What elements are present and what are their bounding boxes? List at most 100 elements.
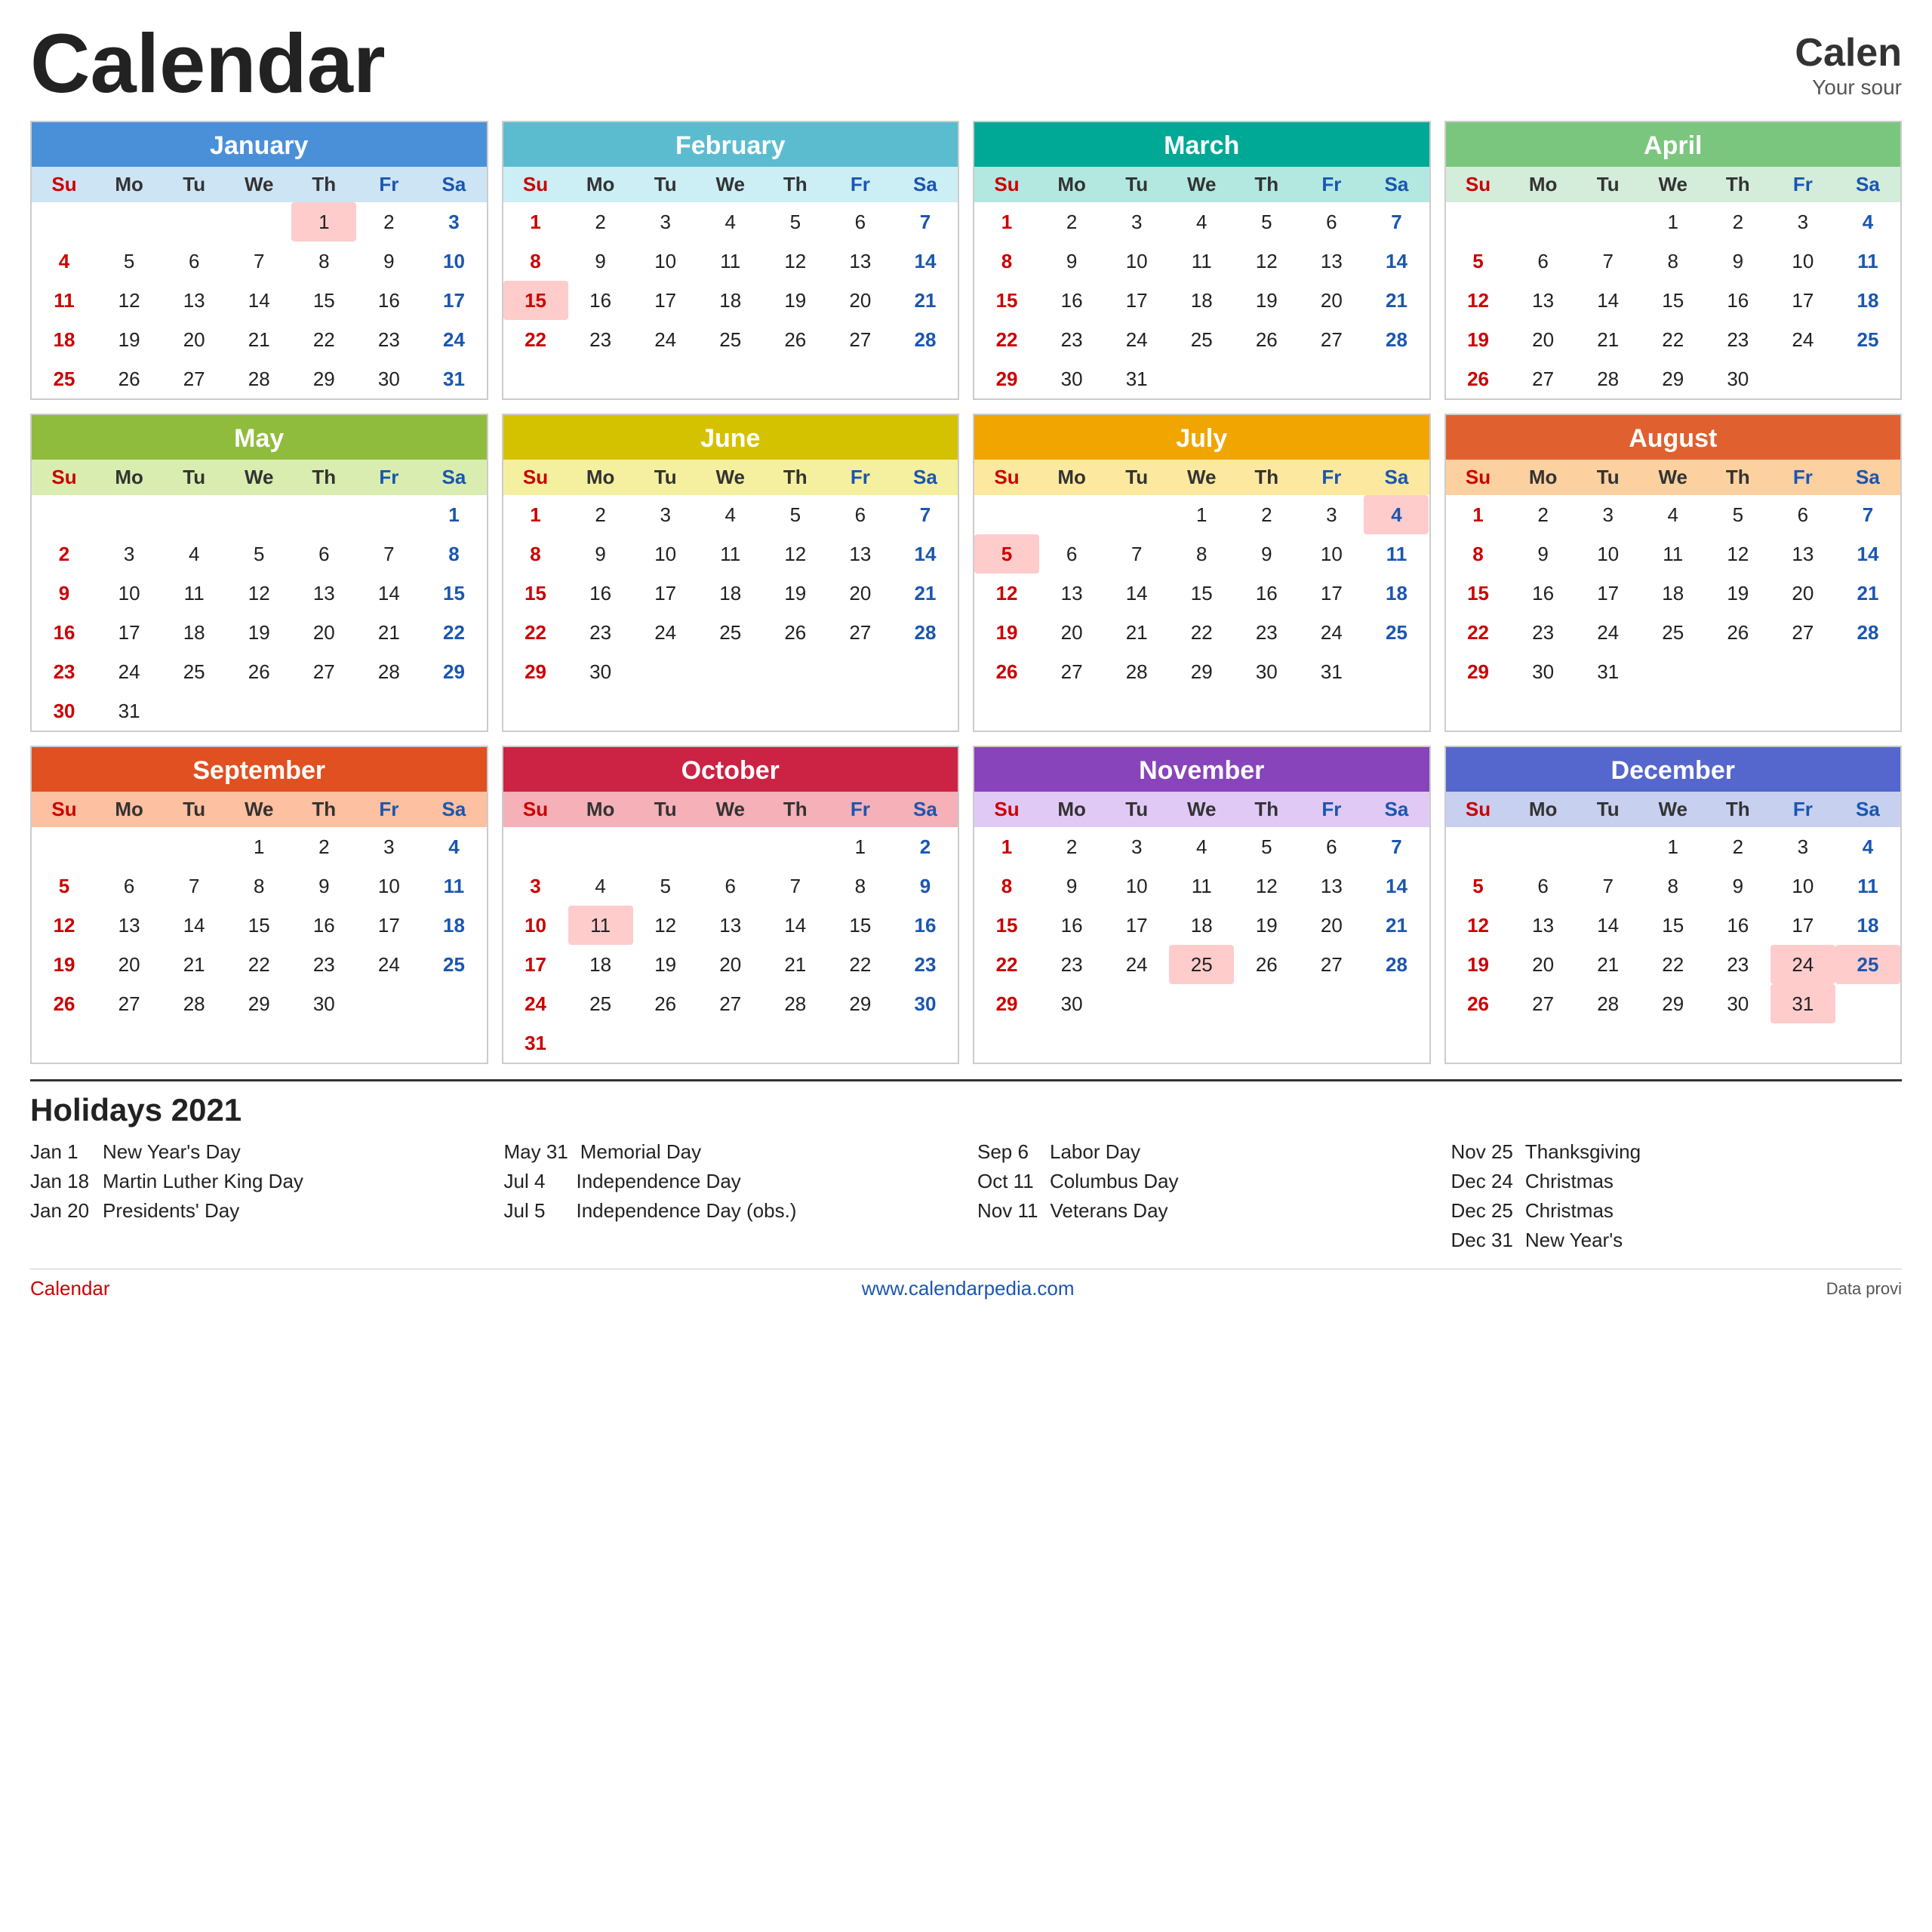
day-cell: 13 <box>1511 906 1576 945</box>
empty-cell <box>1104 495 1169 534</box>
day-cell: 17 <box>1770 906 1835 945</box>
day-cell: 19 <box>226 613 291 652</box>
day-cell: 5 <box>1446 866 1511 906</box>
month-header-august: August <box>1446 415 1901 460</box>
day-cell: 3 <box>1770 202 1835 242</box>
day-header-th: Th <box>1234 460 1299 495</box>
day-cell: 12 <box>1706 534 1770 574</box>
day-cell: 20 <box>1299 906 1364 945</box>
day-header-we: We <box>698 167 763 202</box>
day-cell: 9 <box>32 574 97 613</box>
day-cell: 16 <box>356 281 421 320</box>
day-cell: 28 <box>1364 320 1429 359</box>
day-cell: 22 <box>503 613 568 652</box>
month-box-may: MaySuMoTuWeThFrSa12345678910111213141516… <box>30 414 488 732</box>
day-cell: 6 <box>1770 495 1835 534</box>
day-cell: 10 <box>503 906 568 945</box>
empty-cell <box>97 495 162 534</box>
day-cell: 4 <box>1835 827 1900 866</box>
day-cell: 23 <box>568 613 633 652</box>
day-cell: 10 <box>356 866 421 906</box>
day-cell: 4 <box>568 866 633 906</box>
day-cell: 7 <box>356 534 421 574</box>
empty-cell <box>32 202 97 242</box>
day-header-su: Su <box>974 460 1039 495</box>
day-cell: 5 <box>974 534 1039 574</box>
day-cell: 8 <box>421 534 486 574</box>
month-header-november: November <box>974 747 1429 792</box>
day-cell: 29 <box>974 984 1039 1023</box>
day-header-tu: Tu <box>162 167 226 202</box>
day-header-th: Th <box>763 167 828 202</box>
day-cell: 27 <box>1511 984 1576 1023</box>
day-cell: 1 <box>1446 495 1511 534</box>
logo-subtitle: Your sour <box>1795 75 1902 100</box>
day-cell: 10 <box>633 242 698 281</box>
holidays-grid: Jan 1New Year's Day Jan 18Martin Luther K… <box>30 1140 1902 1258</box>
holiday-col-2: Sep 6Labor DayOct 11Columbus DayNov 11Ve… <box>977 1140 1429 1258</box>
day-header-fr: Fr <box>1770 792 1835 827</box>
day-cell: 10 <box>1104 242 1169 281</box>
day-cell: 1 <box>421 495 486 534</box>
day-cell: 17 <box>503 945 568 984</box>
day-cell: 14 <box>1364 242 1429 281</box>
day-cell: 8 <box>1446 534 1511 574</box>
day-cell: 30 <box>1234 652 1299 691</box>
month-box-march: MarchSuMoTuWeThFrSa123456789101112131415… <box>973 121 1431 400</box>
main-title: Calendar <box>30 23 386 106</box>
day-cell: 28 <box>226 359 291 398</box>
day-cell: 30 <box>1706 359 1770 398</box>
day-cell: 27 <box>1039 652 1104 691</box>
holiday-name: Veterans Day <box>1050 1199 1168 1223</box>
day-cell: 29 <box>1169 652 1234 691</box>
day-cell: 10 <box>1770 866 1835 906</box>
day-header-sa: Sa <box>421 167 486 202</box>
day-header-th: Th <box>763 792 828 827</box>
day-cell: 9 <box>1039 866 1104 906</box>
day-header-we: We <box>1169 167 1234 202</box>
month-header-april: April <box>1446 122 1901 167</box>
day-cell: 28 <box>1576 984 1641 1023</box>
day-cell: 22 <box>828 945 893 984</box>
day-header-tu: Tu <box>1576 460 1641 495</box>
day-cell: 18 <box>1835 281 1900 320</box>
day-cell: 24 <box>503 984 568 1023</box>
day-cell: 22 <box>1641 320 1706 359</box>
day-cell: 4 <box>1169 202 1234 242</box>
holiday-row: Nov 11Veterans Day <box>977 1199 1429 1223</box>
days-grid-january: 1234567891011121314151617181920212223242… <box>32 202 487 398</box>
day-header-sa: Sa <box>1364 167 1429 202</box>
holiday-row: Jan 1New Year's Day <box>30 1140 481 1164</box>
day-header-we: We <box>226 792 291 827</box>
holiday-name: Presidents' Day <box>103 1199 239 1223</box>
day-header-we: We <box>1641 460 1706 495</box>
day-cell: 11 <box>162 574 226 613</box>
day-header-mo: Mo <box>1039 167 1104 202</box>
day-cell: 25 <box>698 320 763 359</box>
day-cell: 23 <box>291 945 356 984</box>
empty-cell <box>1576 827 1641 866</box>
day-cell: 2 <box>568 202 633 242</box>
day-cell: 21 <box>1576 945 1641 984</box>
day-cell: 29 <box>1641 984 1706 1023</box>
day-cell: 28 <box>763 984 828 1023</box>
day-header-tu: Tu <box>633 167 698 202</box>
day-cell: 10 <box>97 574 162 613</box>
day-cell: 6 <box>698 866 763 906</box>
day-header-mo: Mo <box>1039 792 1104 827</box>
holiday-row: Jan 18Martin Luther King Day <box>30 1170 481 1193</box>
month-header-may: May <box>32 415 487 460</box>
day-header-sa: Sa <box>1835 460 1900 495</box>
day-header-th: Th <box>1706 167 1770 202</box>
empty-cell <box>503 827 568 866</box>
day-cell: 1 <box>503 202 568 242</box>
day-cell: 15 <box>503 574 568 613</box>
holiday-name: Thanksgiving <box>1525 1140 1641 1164</box>
month-box-january: JanuarySuMoTuWeThFrSa1234567891011121314… <box>30 121 488 400</box>
day-cell: 18 <box>1169 281 1234 320</box>
day-cell: 5 <box>1706 495 1770 534</box>
day-cell: 22 <box>291 320 356 359</box>
day-cell: 24 <box>1770 320 1835 359</box>
day-header-we: We <box>226 167 291 202</box>
day-header-sa: Sa <box>421 792 486 827</box>
